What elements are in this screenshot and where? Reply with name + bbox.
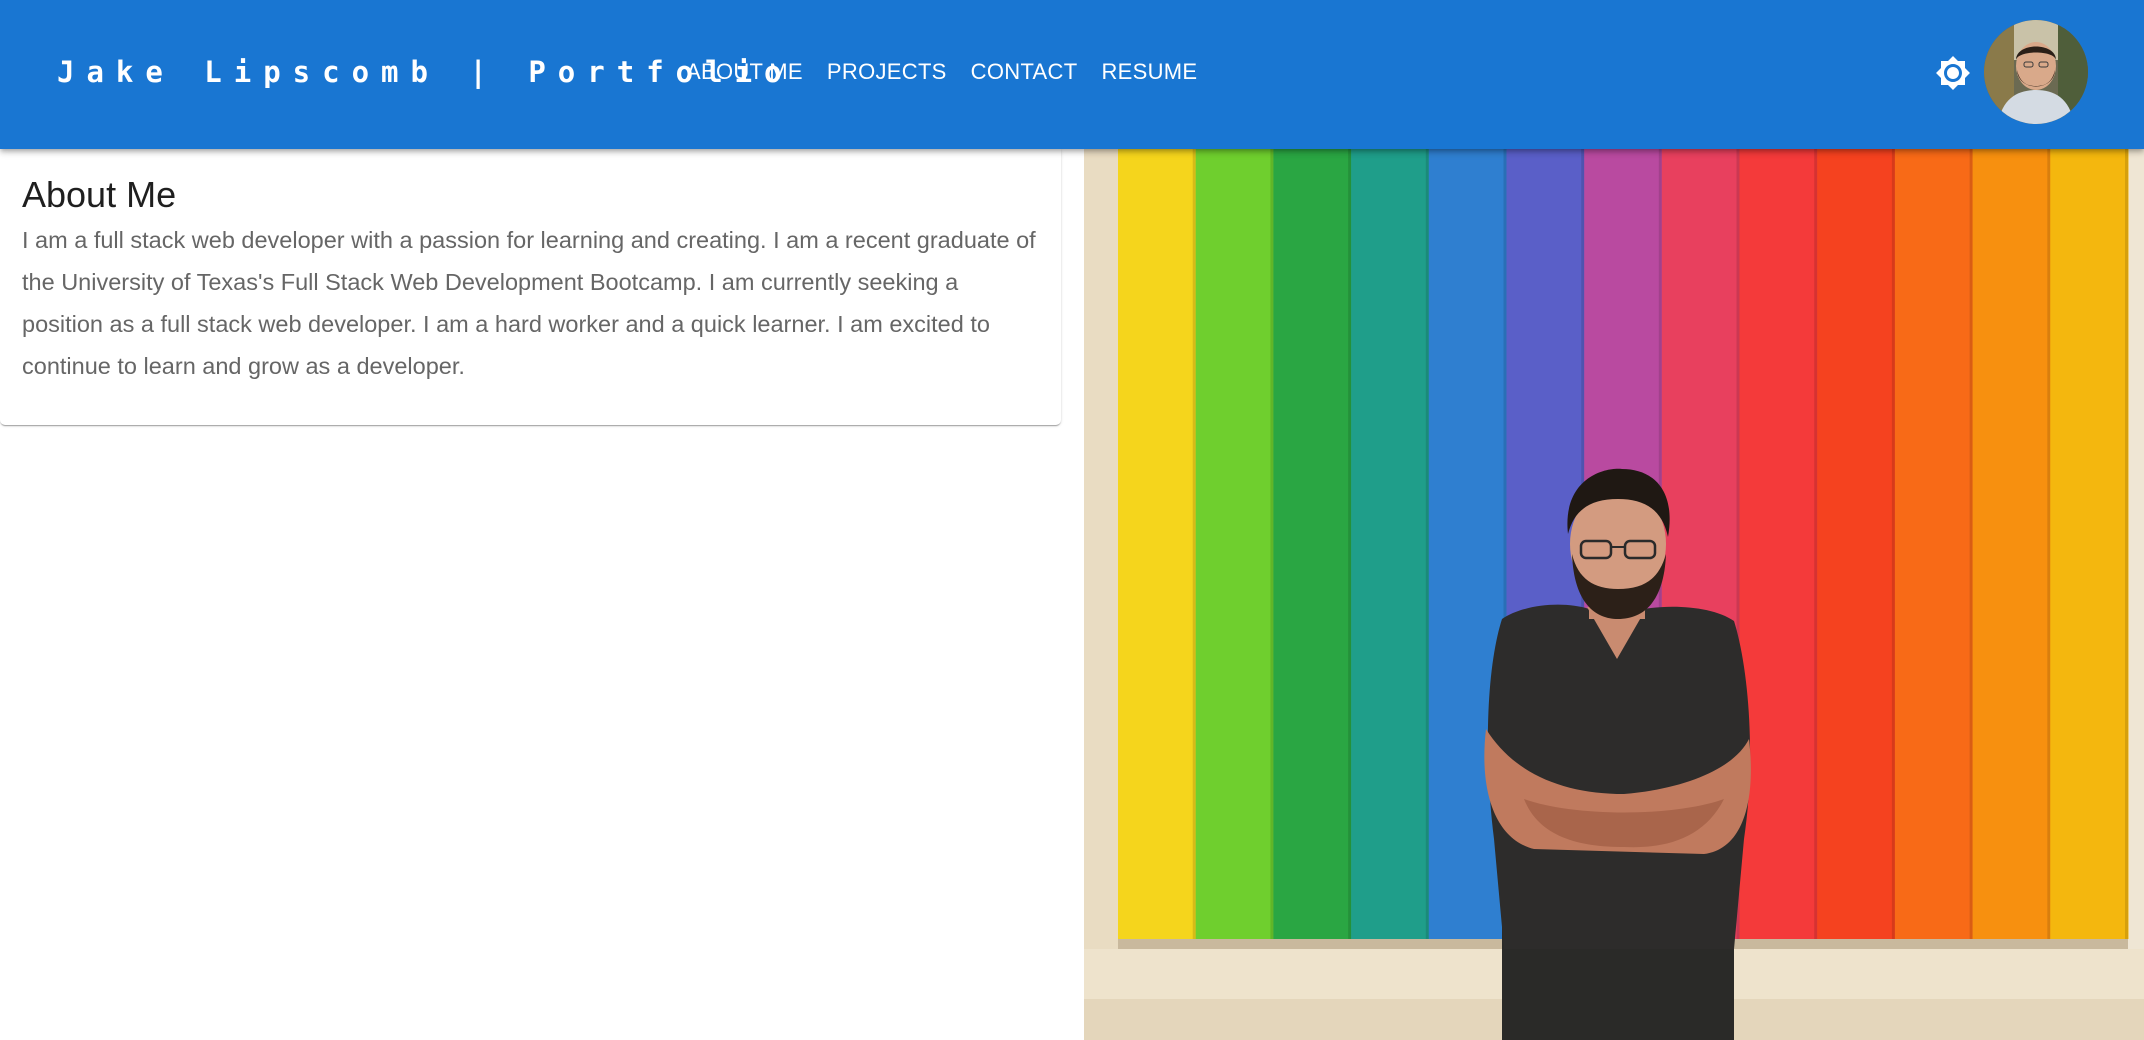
painting-stripe (1972, 149, 2051, 939)
stripe-edge-shadow (1348, 149, 1352, 939)
app-bar: Jake Lipscomb | Portfolio ABOUT ME PROJE… (0, 0, 2144, 149)
nav-resume[interactable]: RESUME (1089, 54, 1209, 90)
nav-about-me[interactable]: ABOUT ME (686, 54, 815, 90)
painting-stripe (1273, 149, 1352, 939)
stripe-edge-shadow (1814, 149, 1818, 939)
painting-stripe (1817, 149, 1896, 939)
site-title[interactable]: Jake Lipscomb | Portfolio (57, 50, 794, 94)
about-card: About Me I am a full stack web developer… (0, 149, 1061, 425)
avatar-photo (1984, 20, 2088, 124)
stripe-edge-shadow (2047, 149, 2051, 939)
nav-projects[interactable]: PROJECTS (815, 54, 959, 90)
theme-toggle-button[interactable] (1934, 54, 1972, 92)
stripe-edge-shadow (1192, 149, 1196, 939)
nav-contact[interactable]: CONTACT (959, 54, 1090, 90)
painting-stripe (1739, 149, 1818, 939)
avatar[interactable] (1984, 20, 2088, 124)
painting-stripe (2050, 149, 2129, 939)
stripe-edge-shadow (1425, 149, 1429, 939)
stripe-edge-shadow (1270, 149, 1274, 939)
stripe-edge-shadow (1891, 149, 1895, 939)
stripe-edge-shadow (2125, 149, 2128, 939)
painting-stripe (1118, 149, 1197, 939)
painting-stripe (1195, 149, 1274, 939)
hero-photo (1084, 149, 2144, 1040)
painting-stripe (1894, 149, 1974, 939)
main-nav: ABOUT ME PROJECTS CONTACT RESUME (686, 54, 1209, 90)
about-title: About Me (22, 174, 177, 215)
stripe-edge-shadow (1969, 149, 1973, 939)
brightness-icon (1936, 56, 1970, 90)
rainbow-wall-photo (1084, 149, 2144, 1040)
painting-stripe (1351, 149, 1430, 939)
about-description: I am a full stack web developer with a p… (22, 227, 1036, 379)
